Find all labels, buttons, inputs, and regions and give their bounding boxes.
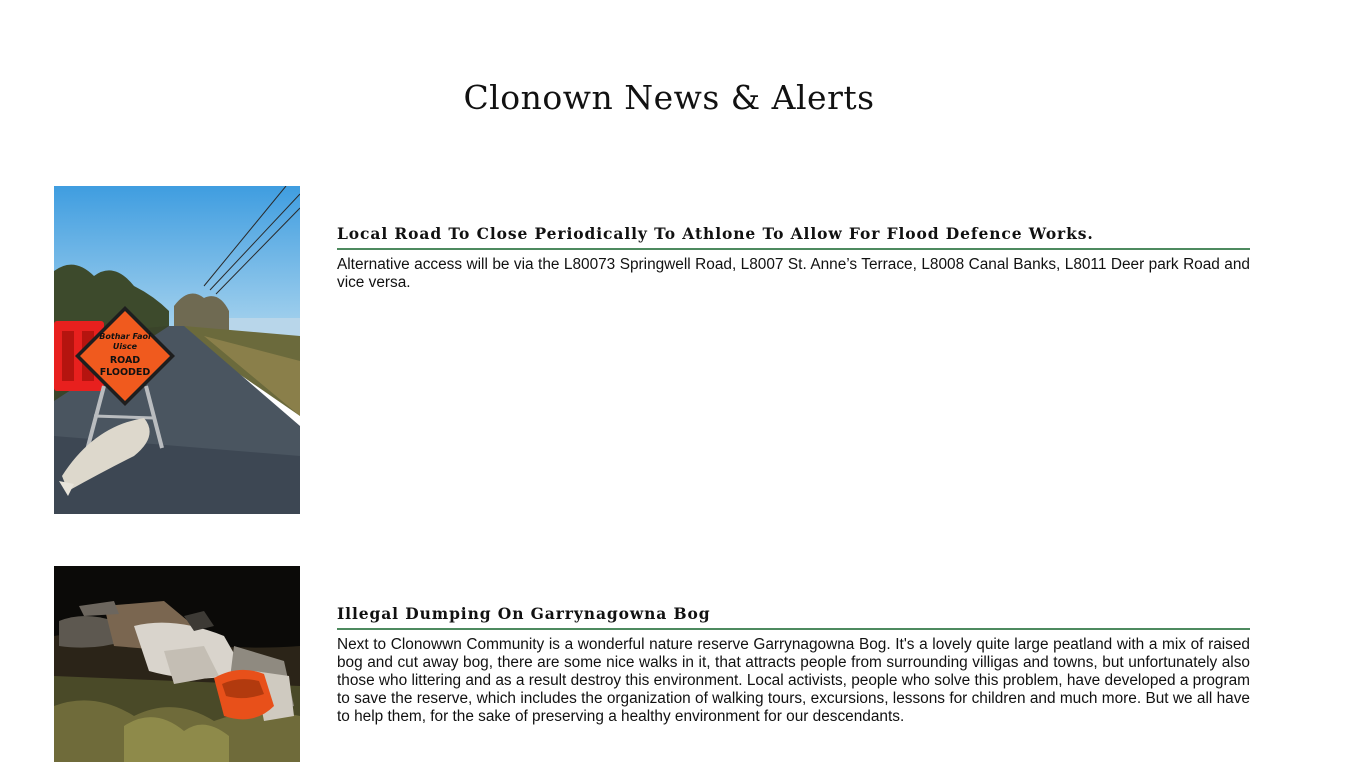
- road-flooded-photo[interactable]: Bothar Faoi Uisce ROAD FLOODED: [54, 186, 300, 514]
- news-content: Illegal Dumping On Garrynagowna Bog Next…: [337, 604, 1250, 726]
- sign-text-2: Uisce: [113, 342, 138, 351]
- news-summary: Alternative access will be via the L8007…: [337, 256, 1250, 291]
- news-item: Bothar Faoi Uisce ROAD FLOODED Local Roa…: [54, 186, 1250, 514]
- news-item: Illegal Dumping On Garrynagowna Bog Next…: [54, 566, 1250, 762]
- news-headline[interactable]: Illegal Dumping On Garrynagowna Bog: [337, 604, 1250, 630]
- sign-text-4: FLOODED: [100, 367, 151, 378]
- news-content: Local Road To Close Periodically To Athl…: [337, 224, 1250, 292]
- illegal-dumping-photo[interactable]: [54, 566, 300, 762]
- news-headline[interactable]: Local Road To Close Periodically To Athl…: [337, 224, 1250, 250]
- page-title: Clonown News & Alerts: [463, 78, 875, 117]
- sign-text-3: ROAD: [110, 355, 140, 366]
- sign-text-1: Bothar Faoi: [99, 332, 151, 341]
- news-summary: Next to Clonowwn Community is a wonderfu…: [337, 636, 1250, 725]
